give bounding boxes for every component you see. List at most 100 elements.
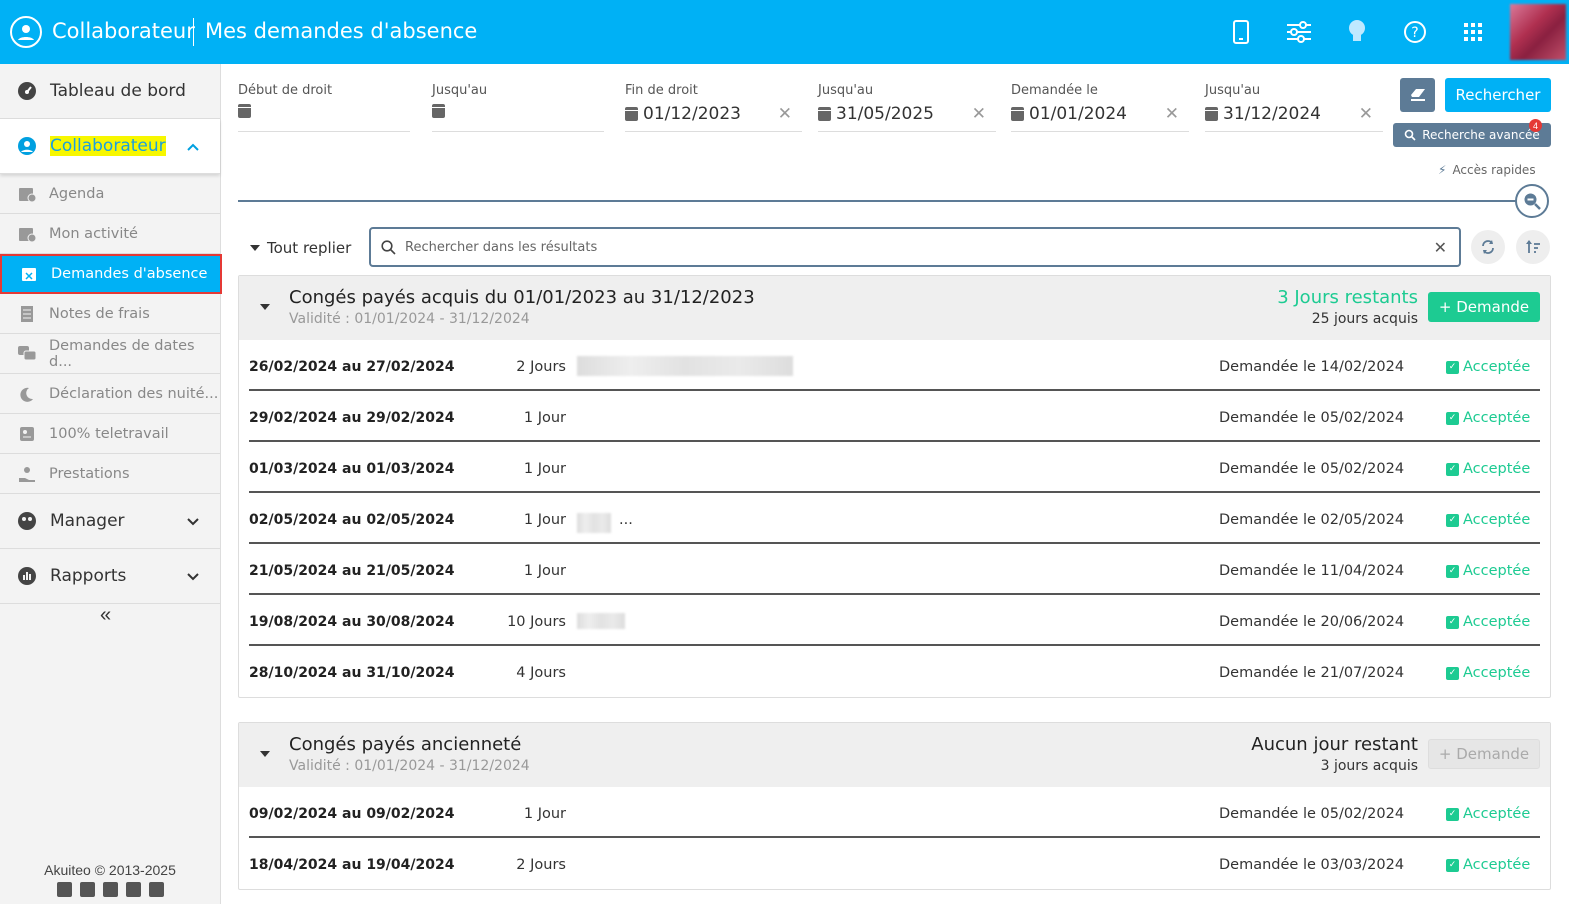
row-days: 1 Jour	[523, 563, 566, 579]
filter-label: Demandée le	[1011, 83, 1098, 98]
caret-down-icon[interactable]	[260, 304, 270, 310]
new-request-button[interactable]: + Demande	[1428, 292, 1540, 322]
help-icon[interactable]: ?	[1401, 18, 1429, 46]
settings-sliders-icon[interactable]	[1285, 18, 1313, 46]
sidebar-item-expenses[interactable]: Notes de frais	[0, 294, 220, 334]
row-days: 2 Jours	[516, 359, 566, 375]
row-days: 4 Jours	[516, 665, 566, 681]
filter-end-from[interactable]: Fin de droit 01/12/2023 ✕	[625, 80, 802, 132]
user-circle-icon[interactable]	[10, 16, 42, 48]
acquired-days: 3 jours acquis	[1320, 758, 1418, 774]
avatar[interactable]	[1510, 4, 1566, 60]
absence-group: Congés payés acquis du 01/01/2023 au 31/…	[238, 275, 1551, 698]
linkedin-icon[interactable]	[102, 882, 118, 897]
clear-icon[interactable]: ✕	[778, 104, 792, 124]
filter-value[interactable]: 31/05/2025	[836, 104, 934, 124]
advanced-search-button[interactable]: Recherche avancée	[1393, 123, 1551, 147]
collapse-sidebar-button[interactable]: «	[100, 604, 111, 627]
results-search-input[interactable]: Rechercher dans les résultats ✕	[369, 227, 1461, 267]
app-title[interactable]: Collaborateur	[52, 19, 195, 43]
caret-down-icon	[250, 245, 260, 251]
row-days: 1 Jour	[523, 512, 566, 528]
table-row[interactable]: 21/05/2024 au 21/05/2024 1 Jour Demandée…	[249, 544, 1540, 595]
table-row[interactable]: 09/02/2024 au 09/02/2024 1 Jour Demandée…	[249, 787, 1540, 838]
sidebar-item-absence-requests[interactable]: Demandes d'absence	[0, 254, 222, 294]
filter-label: Fin de droit	[625, 83, 698, 98]
filter-value[interactable]: 01/12/2023	[643, 104, 741, 124]
sidebar-item-reports[interactable]: Rapports	[0, 549, 220, 604]
table-row[interactable]: 01/03/2024 au 01/03/2024 1 Jour Demandée…	[249, 442, 1540, 493]
calendar-icon	[238, 104, 251, 118]
table-row[interactable]: 28/10/2024 au 31/10/2024 4 Jours Demandé…	[249, 646, 1540, 697]
zoom-out-icon	[1524, 193, 1541, 210]
filter-value[interactable]: 01/01/2024	[1029, 104, 1127, 124]
sidebar-item-label: Rapports	[50, 566, 127, 586]
table-row[interactable]: 02/05/2024 au 02/05/2024 1 Jour ... Dema…	[249, 493, 1540, 544]
clear-search-icon[interactable]: ✕	[1434, 238, 1447, 257]
mobile-icon[interactable]	[1227, 18, 1255, 46]
filter-label: Jusqu'au	[818, 83, 874, 98]
refresh-button[interactable]	[1471, 230, 1505, 264]
chevron-up-icon[interactable]	[186, 137, 200, 157]
new-request-button-disabled: + Demande	[1428, 739, 1540, 769]
filter-end-to[interactable]: Jusqu'au 31/05/2025 ✕	[818, 80, 996, 132]
table-row[interactable]: 26/02/2024 au 27/02/2024 2 Jours Demandé…	[249, 340, 1540, 391]
clear-icon[interactable]: ✕	[1359, 104, 1373, 124]
status-badge: ✓ Acceptée	[1446, 614, 1530, 630]
group-header[interactable]: Congés payés acquis du 01/01/2023 au 31/…	[239, 276, 1550, 340]
clear-icon[interactable]: ✕	[1165, 104, 1179, 124]
sort-button[interactable]	[1516, 230, 1550, 264]
filter-value[interactable]: 31/12/2024	[1223, 104, 1321, 124]
sidebar-item-dashboard[interactable]: Tableau de bord	[0, 64, 220, 119]
table-row[interactable]: 29/02/2024 au 29/02/2024 1 Jour Demandée…	[249, 391, 1540, 442]
sidebar-item-prestations[interactable]: Prestations	[0, 454, 220, 494]
group-header[interactable]: Congés payés ancienneté Validité : 01/01…	[239, 723, 1550, 787]
chevron-down-icon[interactable]	[186, 567, 200, 587]
search-button[interactable]: Rechercher	[1445, 78, 1551, 112]
calendar-icon	[1011, 107, 1024, 121]
collapse-all-toggle[interactable]: Tout replier	[250, 239, 351, 257]
status-badge: ✓ Acceptée	[1446, 512, 1530, 528]
chevron-down-icon[interactable]	[186, 512, 200, 532]
row-comment: ...	[619, 512, 633, 528]
calendar-icon	[625, 107, 638, 121]
sidebar-item-collaborateur[interactable]: Collaborateur	[0, 119, 220, 174]
calendar-icon	[818, 107, 831, 121]
svg-text:?: ?	[1411, 25, 1418, 41]
instagram-icon[interactable]	[148, 882, 164, 897]
caret-down-icon[interactable]	[260, 751, 270, 757]
sidebar-item-date-requests[interactable]: Demandes de dates d...	[0, 334, 220, 374]
table-row[interactable]: 18/04/2024 au 19/04/2024 2 Jours Demandé…	[249, 838, 1540, 889]
status-label: Acceptée	[1463, 461, 1531, 477]
group-validity: Validité : 01/01/2024 - 31/12/2024	[289, 758, 530, 774]
sidebar-item-manager[interactable]: Manager	[0, 494, 220, 549]
filter-start-to[interactable]: Jusqu'au	[432, 80, 604, 132]
sidebar-item-label: Agenda	[49, 185, 105, 202]
zoom-search-button[interactable]	[1515, 184, 1549, 218]
filter-requested-from[interactable]: Demandée le 01/01/2024 ✕	[1011, 80, 1189, 132]
lightbulb-icon[interactable]	[1343, 18, 1371, 46]
facebook-icon[interactable]	[125, 882, 141, 897]
id-card-icon	[18, 425, 36, 443]
filter-start-from[interactable]: Début de droit	[238, 80, 410, 132]
status-badge: ✓ Acceptée	[1446, 665, 1530, 681]
search-icon	[1404, 129, 1416, 141]
bluesky-icon[interactable]	[79, 882, 95, 897]
apps-grid-icon[interactable]	[1459, 18, 1487, 46]
absence-rows: 09/02/2024 au 09/02/2024 1 Jour Demandée…	[239, 787, 1550, 889]
top-bar: Collaborateur Mes demandes d'absence ?	[0, 0, 1569, 64]
chart-social-icon[interactable]	[56, 882, 72, 897]
search-icon	[381, 239, 396, 255]
filter-requested-to[interactable]: Jusqu'au 31/12/2024 ✕	[1205, 80, 1383, 132]
sidebar-item-activity[interactable]: Mon activité	[0, 214, 220, 254]
sidebar-item-nights[interactable]: Déclaration des nuité...	[0, 374, 220, 414]
eraser-button[interactable]	[1400, 78, 1435, 112]
quick-access-link[interactable]: ⚡ Accès rapides	[1438, 163, 1536, 177]
group-title: Congés payés acquis du 01/01/2023 au 31/…	[289, 287, 755, 308]
status-badge: ✓ Acceptée	[1446, 359, 1530, 375]
sidebar-item-agenda[interactable]: Agenda	[0, 174, 220, 214]
sidebar-item-telework[interactable]: 100% teletravail	[0, 414, 220, 454]
clear-icon[interactable]: ✕	[972, 104, 986, 124]
table-row[interactable]: 19/08/2024 au 30/08/2024 10 Jours Demand…	[249, 595, 1540, 646]
collapse-all-label: Tout replier	[267, 239, 352, 257]
